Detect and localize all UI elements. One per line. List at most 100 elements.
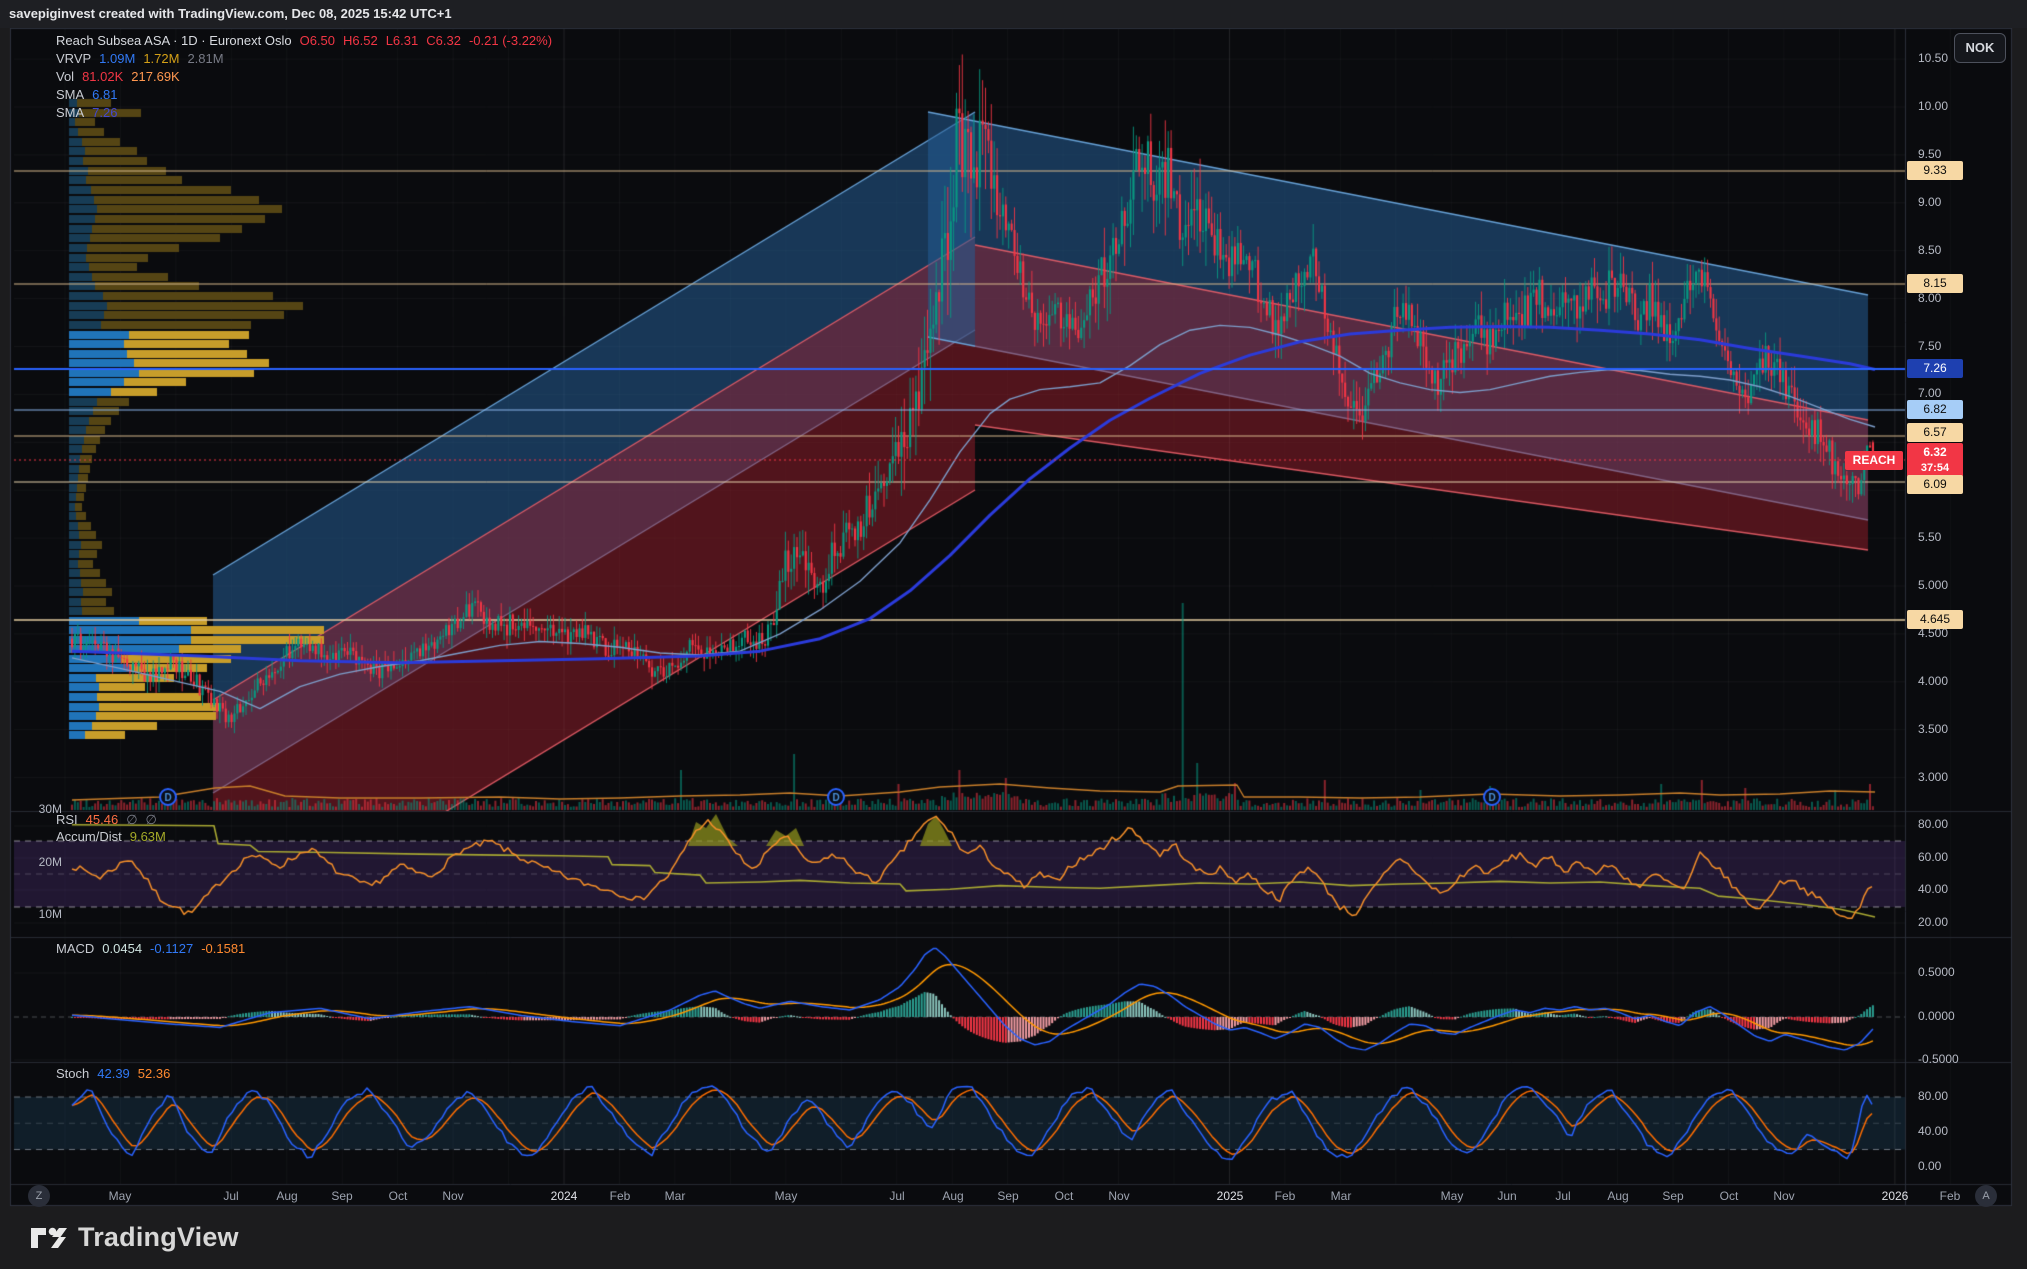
legend-value: 81.02K: [82, 69, 123, 84]
scale-auto-button[interactable]: A: [1975, 1185, 1997, 1207]
legend-value: 7.26: [92, 105, 117, 120]
macd-legend: MACD 0.0454 -0.1127 -0.1581: [56, 941, 253, 956]
vrvp-legend: VRVP 1.09M 1.72M 2.81M: [56, 51, 232, 66]
tradingview-logo[interactable]: TradingView: [30, 1222, 239, 1253]
time-axis-month-label: Jul: [1555, 1189, 1570, 1203]
time-axis-month-label: Nov: [1773, 1189, 1794, 1203]
sma2-legend: SMA 7.26: [56, 105, 125, 120]
time-axis-month-label: Sep: [1662, 1189, 1683, 1203]
price-scale-tick: 3.000: [1918, 770, 1998, 784]
price-scale-tick: 0.00: [1918, 1159, 1998, 1173]
price-scale-tick: 80.00: [1918, 1089, 1998, 1103]
chart-canvas[interactable]: [0, 0, 2027, 1269]
price-scale-tick: 40.00: [1918, 1124, 1998, 1138]
price-scale-tick: 9.00: [1918, 195, 1998, 209]
price-scale-tick: 80.00: [1918, 817, 1998, 831]
legend-value: Stoch: [56, 1066, 89, 1081]
time-axis-month-label: Sep: [331, 1189, 352, 1203]
time-axis-year-label: 2024: [551, 1189, 578, 1203]
price-scale-tick: 0.5000: [1918, 965, 1998, 979]
time-axis-month-label: Feb: [1275, 1189, 1296, 1203]
attribution-bar: savepiginvest created with TradingView.c…: [0, 0, 2027, 28]
price-scale-tick: 7.50: [1918, 339, 1998, 353]
legend-value: 52.36: [138, 1066, 171, 1081]
time-axis-month-label: Aug: [276, 1189, 297, 1203]
legend-value: SMA: [56, 87, 84, 102]
time-axis-month-label: Jun: [1497, 1189, 1516, 1203]
legend-value: L6.31: [386, 33, 419, 48]
rsi-legend: RSI45.46∅∅: [56, 812, 165, 828]
price-scale-tick: 60.00: [1918, 850, 1998, 864]
legend-value: Reach Subsea ASA · 1D · Euronext Oslo: [56, 33, 292, 48]
symbol-legend[interactable]: Reach Subsea ASA · 1D · Euronext Oslo O6.…: [56, 33, 560, 48]
tradingview-logo-icon: [30, 1223, 68, 1253]
legend-value: SMA: [56, 105, 84, 120]
legend-value: VRVP: [56, 51, 91, 66]
time-axis-month-label: Mar: [1331, 1189, 1352, 1203]
volume-left-scale-tick: 20M: [14, 855, 62, 869]
legend-value: 9.63M: [130, 829, 166, 844]
tradingview-logo-text: TradingView: [78, 1222, 239, 1253]
time-axis-month-label: Jul: [223, 1189, 238, 1203]
legend-value: C6.32: [426, 33, 461, 48]
legend-value: Vol: [56, 69, 74, 84]
volume-left-scale-tick: 10M: [14, 907, 62, 921]
time-axis-month-label: Jul: [889, 1189, 904, 1203]
legend-value: 45.46: [86, 812, 119, 827]
price-scale-tick: 10.00: [1918, 99, 1998, 113]
legend-value: 42.39: [97, 1066, 130, 1081]
time-axis-month-label: Feb: [1940, 1189, 1961, 1203]
legend-value: -0.1127: [150, 941, 193, 956]
legend-value: ∅: [146, 812, 157, 827]
legend-value: ∅: [126, 812, 137, 827]
currency-button[interactable]: NOK: [1954, 33, 2006, 63]
time-axis-month-label: Oct: [1720, 1189, 1739, 1203]
legend-value: 2.81M: [187, 51, 223, 66]
time-axis-month-label: Sep: [997, 1189, 1018, 1203]
legend-value: 1.09M: [99, 51, 135, 66]
price-scale-badge: 8.15: [1907, 274, 1963, 293]
price-scale-badge: 6.82: [1907, 400, 1963, 419]
time-axis-year-label: 2025: [1217, 1189, 1244, 1203]
price-scale-badge: 9.33: [1907, 161, 1963, 180]
price-scale-tick: 7.00: [1918, 386, 1998, 400]
price-scale-tick: 8.50: [1918, 243, 1998, 257]
price-scale-tick: 8.00: [1918, 291, 1998, 305]
price-scale-tick: 5.000: [1918, 578, 1998, 592]
price-scale-tick: -0.5000: [1918, 1052, 1998, 1066]
price-scale-tick: 9.50: [1918, 147, 1998, 161]
price-scale-tick: 3.500: [1918, 722, 1998, 736]
price-scale-tick: 4.000: [1918, 674, 1998, 688]
price-scale-badge: 4.645: [1907, 610, 1963, 629]
time-axis-month-label: Aug: [942, 1189, 963, 1203]
attribution-text: savepiginvest created with TradingView.c…: [9, 6, 452, 21]
price-scale-badge: 6.09: [1907, 475, 1963, 494]
time-axis-month-label: Feb: [610, 1189, 631, 1203]
time-axis-month-label: May: [775, 1189, 798, 1203]
legend-value: 1.72M: [143, 51, 179, 66]
stoch-legend: Stoch 42.39 52.36: [56, 1066, 178, 1081]
scale-z-button[interactable]: Z: [28, 1185, 50, 1207]
time-axis-month-label: Oct: [1055, 1189, 1074, 1203]
time-axis-month-label: Aug: [1607, 1189, 1628, 1203]
legend-value: Accum/Dist: [56, 829, 122, 844]
volume-left-scale-tick: 30M: [14, 802, 62, 816]
price-scale-tick: 20.00: [1918, 915, 1998, 929]
time-axis-year-label: 2026: [1882, 1189, 1909, 1203]
legend-value: 0.0454: [102, 941, 142, 956]
legend-value: 217.69K: [131, 69, 179, 84]
legend-value: O6.50: [300, 33, 335, 48]
time-axis-month-label: Nov: [442, 1189, 463, 1203]
reach-price-label: REACH: [1845, 451, 1903, 470]
sma1-legend: SMA6.81: [56, 87, 125, 102]
legend-value: MACD: [56, 941, 94, 956]
price-scale-badge: 6.3237:54: [1907, 443, 1963, 477]
legend-value: -0.21 (-3.22%): [469, 33, 552, 48]
legend-value: -0.1581: [201, 941, 245, 956]
time-axis-month-label: Mar: [665, 1189, 686, 1203]
time-axis-month-label: Nov: [1108, 1189, 1129, 1203]
accum-dist-legend: Accum/Dist 9.63M: [56, 829, 174, 844]
price-scale-badge: 7.26: [1907, 359, 1963, 378]
price-scale-tick: 40.00: [1918, 882, 1998, 896]
legend-value: H6.52: [343, 33, 378, 48]
